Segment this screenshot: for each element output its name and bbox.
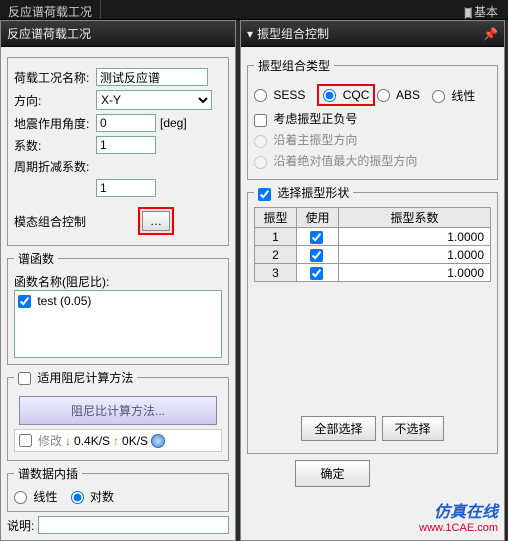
spectrum-item[interactable]: test (0.05): [18, 294, 218, 308]
col-coef: 振型系数: [339, 208, 491, 228]
row-use-check[interactable]: [310, 249, 323, 262]
table-row[interactable]: 2 1.0000: [255, 246, 491, 264]
mode-table[interactable]: 振型 使用 振型系数 1 1.0000 2 1.0000: [254, 207, 491, 282]
opt-linear-radio[interactable]: [432, 90, 445, 103]
interp-linear-radio[interactable]: [14, 491, 27, 504]
chevron-down-icon[interactable]: ▾: [247, 27, 253, 41]
angle-label: 地震作用角度:: [14, 115, 92, 132]
select-mode-group: 选择振型形状 振型 使用 振型系数 1 1.0000 2: [247, 184, 498, 454]
interp-group: 谱数据内插 线性 对数: [7, 465, 229, 512]
opt-linear[interactable]: 线性: [432, 87, 475, 104]
load-case-group: 荷载工况名称: 方向: X-Y 地震作用角度: [deg] 系数:: [7, 57, 229, 246]
opt-cqc[interactable]: CQC: [323, 88, 369, 102]
ok-button[interactable]: 确定: [295, 460, 369, 487]
row-use-check[interactable]: [310, 267, 323, 280]
arrow-up-icon: ↑: [113, 434, 119, 448]
damping-method-button[interactable]: 阻尼比计算方法...: [19, 396, 217, 425]
desc-label: 说明:: [7, 517, 34, 534]
select-all-button[interactable]: 全部选择: [301, 416, 375, 441]
dir-label: 方向:: [14, 92, 92, 109]
table-row[interactable]: 1 1.0000: [255, 228, 491, 246]
interp-log[interactable]: 对数: [71, 490, 114, 504]
interp-log-radio[interactable]: [71, 491, 84, 504]
damping-enable-check[interactable]: [18, 372, 31, 385]
angle-input[interactable]: [96, 114, 156, 132]
modal-label: 模态组合控制: [14, 213, 134, 230]
damping-group: 适用阻尼计算方法 阻尼比计算方法... 修改 ↓ 0.4K/S ↑ 0K/S: [7, 369, 229, 461]
modify-check[interactable]: [19, 434, 32, 447]
top-tab-right[interactable]: |▮| 基本: [101, 0, 508, 19]
opt-sess-radio[interactable]: [254, 89, 267, 102]
spectrum-group: 谱函数 函数名称(阻尼比): test (0.05): [7, 250, 229, 365]
modal-combo-button[interactable]: …: [142, 211, 170, 231]
right-panel-header: ▾ 振型组合控制 📌: [241, 21, 504, 47]
spectrum-name-label: 函数名称(阻尼比):: [14, 273, 222, 290]
left-panel-header: 反应谱荷载工况: [1, 21, 235, 47]
spectrum-item-check[interactable]: [18, 295, 31, 308]
arrow-down-icon: ↓: [65, 434, 71, 448]
absdir-label: 沿着绝对值最大的振型方向: [254, 152, 417, 169]
name-input[interactable]: [96, 68, 208, 86]
angle-unit: [deg]: [160, 116, 187, 130]
combo-type-legend: 振型组合类型: [254, 57, 334, 74]
maindir-label: 沿着主振型方向: [254, 131, 357, 148]
opt-abs-radio[interactable]: [377, 89, 390, 102]
row-use-check[interactable]: [310, 231, 323, 244]
opt-cqc-radio[interactable]: [323, 89, 336, 102]
maindir-radio: [254, 135, 267, 148]
col-use: 使用: [297, 208, 339, 228]
left-panel: 反应谱荷载工况 荷载工况名称: 方向: X-Y 地震作用角度: [deg]: [0, 20, 236, 541]
select-mode-check[interactable]: [258, 188, 271, 201]
period-input[interactable]: [96, 179, 156, 197]
direction-select[interactable]: X-Y: [96, 90, 212, 110]
sign-check-label[interactable]: 考虑振型正负号: [254, 110, 357, 127]
globe-icon[interactable]: [151, 434, 165, 448]
absdir-radio: [254, 156, 267, 169]
ellipsis-icon: …: [150, 214, 162, 228]
spectrum-legend: 谱函数: [14, 250, 58, 267]
interp-linear[interactable]: 线性: [14, 490, 61, 504]
spectrum-listbox[interactable]: test (0.05): [14, 290, 222, 358]
right-panel: ▾ 振型组合控制 📌 振型组合类型 SESS CQC: [240, 20, 505, 541]
combo-type-group: 振型组合类型 SESS CQC ABS: [247, 57, 498, 180]
coef-input[interactable]: [96, 136, 156, 154]
download-bar: 修改 ↓ 0.4K/S ↑ 0K/S: [14, 429, 222, 452]
coef-label: 系数:: [14, 137, 92, 154]
opt-abs[interactable]: ABS: [377, 88, 420, 102]
damping-legend: 适用阻尼计算方法: [14, 369, 137, 386]
sign-check[interactable]: [254, 114, 267, 127]
period-label: 周期折减系数:: [14, 158, 92, 175]
dl-speed: 0.4K/S: [74, 434, 110, 448]
top-tab-left[interactable]: 反应谱荷载工况: [0, 0, 101, 19]
col-mode: 振型: [255, 208, 297, 228]
name-label: 荷载工况名称:: [14, 69, 92, 86]
opt-sess[interactable]: SESS: [254, 88, 305, 102]
interp-legend: 谱数据内插: [14, 465, 82, 482]
select-none-button[interactable]: 不选择: [382, 416, 444, 441]
table-row[interactable]: 3 1.0000: [255, 264, 491, 282]
modify-label: 修改: [38, 432, 62, 449]
ul-speed: 0K/S: [122, 434, 148, 448]
pin-icon[interactable]: 📌: [483, 27, 498, 41]
select-mode-legend: 选择振型形状: [254, 184, 353, 201]
desc-input[interactable]: [38, 516, 229, 534]
